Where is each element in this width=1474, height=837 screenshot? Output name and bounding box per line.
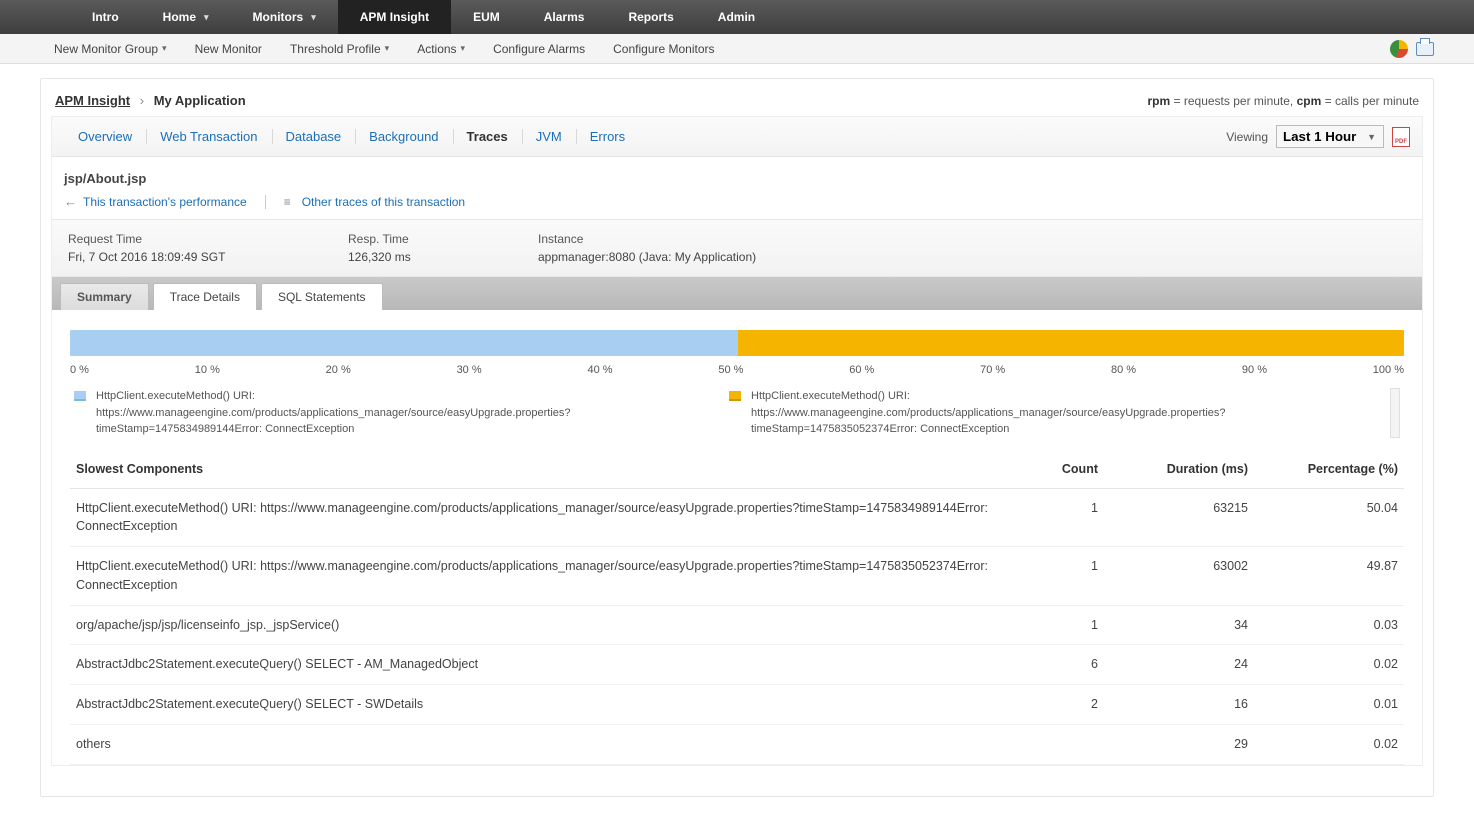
legend-scrollbar[interactable] [1390, 388, 1400, 438]
breadcrumb-root[interactable]: APM Insight [55, 93, 130, 108]
subnav-threshold-profile[interactable]: Threshold Profile▾ [276, 42, 403, 56]
resp-time-value: 126,320 ms [348, 248, 538, 266]
table-row: HttpClient.executeMethod() URI: https://… [70, 547, 1404, 606]
pie-chart-icon[interactable] [1390, 40, 1408, 58]
legend-text: rpm = requests per minute, cpm = calls p… [1148, 94, 1419, 108]
nav-intro[interactable]: Intro [70, 0, 141, 34]
breadcrumb: APM Insight › My Application [55, 93, 246, 108]
th-percentage: Percentage (%) [1254, 450, 1404, 489]
nav-monitors[interactable]: Monitors▾ [231, 0, 338, 34]
instance-label: Instance [538, 230, 1406, 248]
chart-legend: HttpClient.executeMethod() URI: https://… [52, 382, 1422, 440]
link-other-traces[interactable]: Other traces of this transaction [302, 195, 465, 209]
sub-tabs: Summary Trace Details SQL Statements [52, 277, 1422, 310]
table-row: HttpClient.executeMethod() URI: https://… [70, 488, 1404, 547]
resp-time-label: Resp. Time [348, 230, 538, 248]
trace-title: jsp/About.jsp [52, 157, 1422, 194]
legend-text-2: HttpClient.executeMethod() URI: https://… [751, 388, 1354, 438]
nav-admin[interactable]: Admin [696, 0, 777, 34]
viewing-select[interactable]: Last 1 Hour [1276, 125, 1384, 148]
tab-traces[interactable]: Traces [453, 123, 522, 150]
trace-info-box: Request Time Fri, 7 Oct 2016 18:09:49 SG… [52, 219, 1422, 277]
table-row: AbstractJdbc2Statement.executeQuery() SE… [70, 685, 1404, 725]
request-time-label: Request Time [68, 230, 348, 248]
viewing-label: Viewing [1226, 130, 1268, 144]
tab-overview[interactable]: Overview [64, 123, 146, 150]
stacked-bar [70, 330, 1404, 356]
subnav-configure-alarms[interactable]: Configure Alarms [479, 42, 599, 56]
tab-background[interactable]: Background [355, 123, 452, 150]
chevron-down-icon: ▾ [204, 12, 209, 23]
chevron-down-icon: ▾ [385, 43, 390, 54]
chart-area: 0 % 10 % 20 % 30 % 40 % 50 % 60 % 70 % 8… [52, 310, 1422, 382]
th-component: Slowest Components [70, 450, 994, 489]
divider [265, 195, 266, 209]
table-row: others 29 0.02 [70, 724, 1404, 764]
table-row: org/apache/jsp/jsp/licenseinfo_jsp._jspS… [70, 605, 1404, 645]
nav-apm-insight[interactable]: APM Insight [338, 0, 451, 34]
nav-alarms[interactable]: Alarms [522, 0, 607, 34]
chevron-down-icon: ▾ [461, 43, 466, 54]
link-transaction-performance[interactable]: This transaction's performance [83, 195, 247, 209]
nav-reports[interactable]: Reports [606, 0, 695, 34]
x-axis-ticks: 0 % 10 % 20 % 30 % 40 % 50 % 60 % 70 % 8… [70, 364, 1404, 376]
tab-web-transaction[interactable]: Web Transaction [146, 123, 271, 150]
table-row: AbstractJdbc2Statement.executeQuery() SE… [70, 645, 1404, 685]
tab-errors[interactable]: Errors [576, 123, 639, 150]
printer-icon[interactable] [1416, 42, 1434, 56]
legend-swatch-amber [729, 391, 741, 401]
subnav-actions[interactable]: Actions▾ [403, 42, 479, 56]
subtab-sql-statements[interactable]: SQL Statements [261, 283, 383, 310]
th-duration: Duration (ms) [1104, 450, 1254, 489]
nav-eum[interactable]: EUM [451, 0, 522, 34]
legend-text-1: HttpClient.executeMethod() URI: https://… [96, 388, 699, 438]
subnav-new-monitor-group[interactable]: New Monitor Group▾ [40, 42, 181, 56]
th-count: Count [994, 450, 1104, 489]
request-time-value: Fri, 7 Oct 2016 18:09:49 SGT [68, 248, 348, 266]
nav-home[interactable]: Home▾ [141, 0, 231, 34]
bar-segment-1 [70, 330, 738, 356]
tab-jvm[interactable]: JVM [522, 123, 576, 150]
legend-swatch-blue [74, 391, 86, 401]
slowest-components-table: Slowest Components Count Duration (ms) P… [70, 450, 1404, 765]
tab-database[interactable]: Database [272, 123, 356, 150]
subtab-trace-details[interactable]: Trace Details [153, 283, 257, 310]
subtab-summary[interactable]: Summary [60, 283, 149, 310]
top-nav: Intro Home▾ Monitors▾ APM Insight EUM Al… [0, 0, 1474, 34]
subnav-configure-monitors[interactable]: Configure Monitors [599, 42, 728, 56]
chevron-down-icon: ▾ [311, 12, 316, 23]
list-icon: ≡ [284, 195, 296, 209]
main-card: APM Insight › My Application rpm = reque… [40, 78, 1434, 797]
arrow-left-icon: ← [64, 194, 77, 209]
pdf-export-icon[interactable] [1392, 127, 1410, 147]
chevron-down-icon: ▾ [162, 43, 167, 54]
bar-segment-2 [738, 330, 1404, 356]
sub-nav: New Monitor Group▾ New Monitor Threshold… [0, 34, 1474, 64]
inner-tabs: Overview Web Transaction Database Backgr… [64, 123, 639, 150]
subnav-new-monitor[interactable]: New Monitor [181, 42, 276, 56]
instance-value: appmanager:8080 (Java: My Application) [538, 248, 1406, 266]
breadcrumb-current: My Application [154, 93, 246, 108]
